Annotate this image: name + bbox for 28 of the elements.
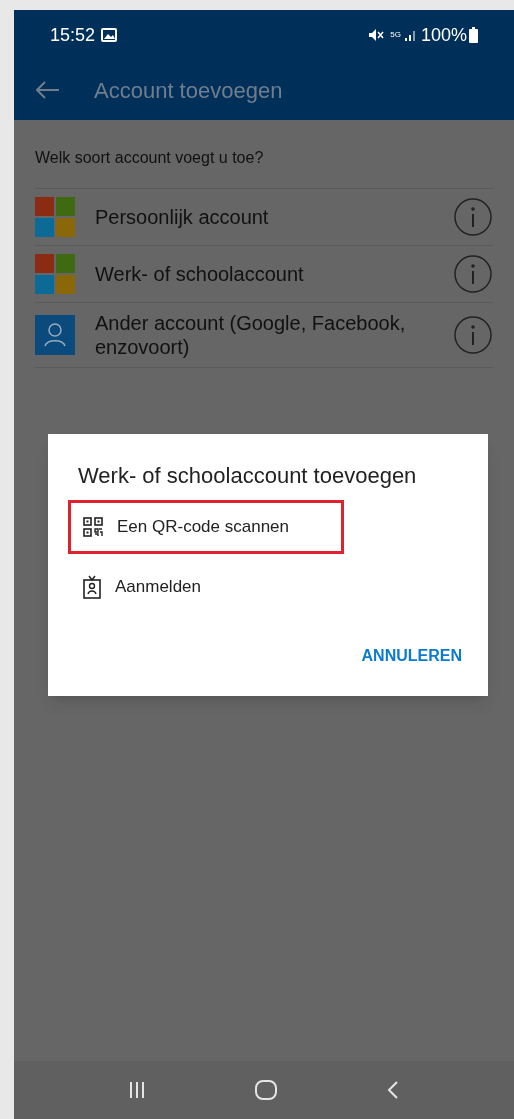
info-icon[interactable]	[453, 315, 493, 355]
badge-icon	[83, 574, 101, 599]
dialog-option[interactable]: Een QR-code scannen	[68, 499, 344, 554]
network-label: 5G	[390, 31, 401, 39]
mute-icon	[368, 28, 385, 42]
battery-icon	[469, 27, 478, 43]
dialog-option[interactable]: Aanmelden	[68, 559, 344, 614]
four-squares-icon	[35, 254, 75, 294]
person-icon	[35, 315, 75, 355]
back-icon[interactable]	[387, 1080, 399, 1100]
recent-apps-icon[interactable]	[129, 1081, 145, 1099]
info-icon[interactable]	[453, 254, 493, 294]
four-squares-icon	[35, 197, 75, 237]
prompt-text: Welk soort account voegt u toe?	[35, 148, 265, 168]
battery-level: 100%	[420, 23, 467, 47]
screen-title: Account toevoegen	[94, 76, 283, 105]
account-type-label[interactable]: Ander account (Google, Facebook, enzovoort)	[95, 311, 453, 359]
signal-icon	[403, 28, 418, 42]
cancel-button[interactable]: ANNULEREN	[359, 639, 464, 672]
home-icon[interactable]	[255, 1080, 277, 1100]
info-icon[interactable]	[453, 197, 493, 237]
image-icon	[101, 28, 118, 42]
qr-code-icon	[83, 516, 103, 537]
dialog-title: Werk- of schoolaccount toevoegen	[78, 462, 418, 490]
clock: 15:52	[50, 23, 96, 47]
account-type-label[interactable]: Persoonlijk account	[95, 205, 453, 229]
account-type-label[interactable]: Werk- of schoolaccount	[95, 262, 453, 286]
back-arrow-icon[interactable]	[36, 81, 60, 99]
